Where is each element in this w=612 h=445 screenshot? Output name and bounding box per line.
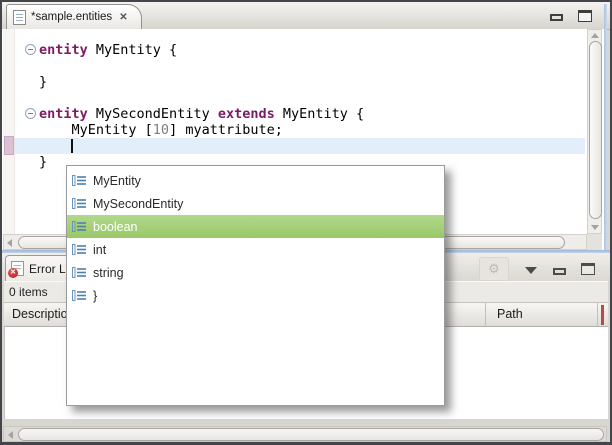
- completion-item[interactable]: int: [67, 238, 444, 261]
- code-line[interactable]: MyEntity [10] myattribute;: [39, 122, 364, 138]
- active-part-border-right: [604, 4, 607, 251]
- fold-collapse-icon[interactable]: [25, 44, 36, 55]
- fold-collapse-icon[interactable]: [25, 108, 36, 119]
- code-segment: ] myattribute;: [169, 122, 283, 138]
- export-log-button-disabled: ⚙: [479, 257, 509, 281]
- proposal-icon: [72, 266, 87, 279]
- code-line[interactable]: entity MySecondEntity extends MyEntity {: [39, 106, 364, 122]
- completion-item[interactable]: MyEntity: [67, 169, 444, 192]
- scroll-down-icon[interactable]: [591, 225, 599, 230]
- code-segment: MySecondEntity: [88, 106, 218, 122]
- column-edge-mark: [601, 305, 604, 325]
- panel-scroll-left-icon[interactable]: [8, 431, 13, 439]
- completion-item[interactable]: string: [67, 261, 444, 284]
- eclipse-window: *sample.entities ✕ entity MyEntity {}ent…: [0, 0, 612, 445]
- code-segment: entity: [39, 106, 88, 122]
- tab-title: *sample.entities: [31, 11, 112, 23]
- column-header-path[interactable]: Path: [486, 303, 598, 326]
- proposal-icon: [72, 197, 87, 210]
- tab-close-icon[interactable]: ✕: [119, 12, 127, 23]
- minimize-editor-icon[interactable]: [550, 14, 563, 21]
- completion-item[interactable]: boolean: [67, 215, 444, 238]
- completion-item-label: string: [93, 266, 124, 280]
- code-line[interactable]: [39, 90, 364, 106]
- proposal-icon: [72, 289, 87, 302]
- code-segment: entity: [39, 42, 88, 58]
- completion-item[interactable]: MySecondEntity: [67, 192, 444, 215]
- scroll-up-icon[interactable]: [591, 33, 599, 38]
- minimize-view-icon[interactable]: [553, 268, 566, 275]
- completion-item-label: MySecondEntity: [93, 197, 183, 211]
- proposal-icon: [72, 220, 87, 233]
- code-segment: MyEntity {: [88, 42, 177, 58]
- code-segment: }: [39, 74, 47, 90]
- code-segment: 10: [153, 122, 169, 138]
- code-segment: extends: [218, 106, 275, 122]
- code-segment: }: [39, 154, 47, 170]
- panel-hscroll-thumb[interactable]: [18, 428, 604, 441]
- completion-popup: MyEntity MySecondEntity boolean int string}: [66, 165, 445, 406]
- proposal-icon: [72, 243, 87, 256]
- annotation-mark: [4, 136, 14, 155]
- file-icon: [13, 10, 26, 25]
- view-menu-icon[interactable]: [525, 267, 537, 274]
- code-segment: MyEntity [: [39, 122, 153, 138]
- code-segment: MyEntity {: [275, 106, 364, 122]
- completion-item-label: boolean: [93, 220, 138, 234]
- completion-item-label: MyEntity: [93, 174, 141, 188]
- code-line[interactable]: [39, 138, 364, 154]
- scrollbar-corner: [587, 234, 602, 250]
- completion-item-label: }: [93, 289, 97, 303]
- code-line[interactable]: [39, 58, 364, 74]
- scroll-left-icon[interactable]: [7, 239, 12, 247]
- panel-horizontal-scrollbar[interactable]: [3, 426, 607, 442]
- editor-vscroll-thumb[interactable]: [589, 41, 602, 219]
- code-line[interactable]: entity MyEntity {: [39, 42, 364, 58]
- maximize-view-icon[interactable]: [581, 263, 595, 275]
- maximize-editor-icon[interactable]: [578, 10, 592, 22]
- error-log-icon: ✕: [11, 261, 24, 276]
- completion-item[interactable]: }: [67, 284, 444, 307]
- text-cursor: [71, 139, 73, 153]
- code-lines: entity MyEntity {} entity MySecondEntity …: [39, 42, 364, 170]
- proposal-icon: [72, 174, 87, 187]
- completion-item-label: int: [93, 243, 106, 257]
- editor-tab[interactable]: *sample.entities ✕: [6, 4, 142, 29]
- code-line[interactable]: }: [39, 74, 364, 90]
- editor-vertical-scrollbar[interactable]: [587, 29, 602, 234]
